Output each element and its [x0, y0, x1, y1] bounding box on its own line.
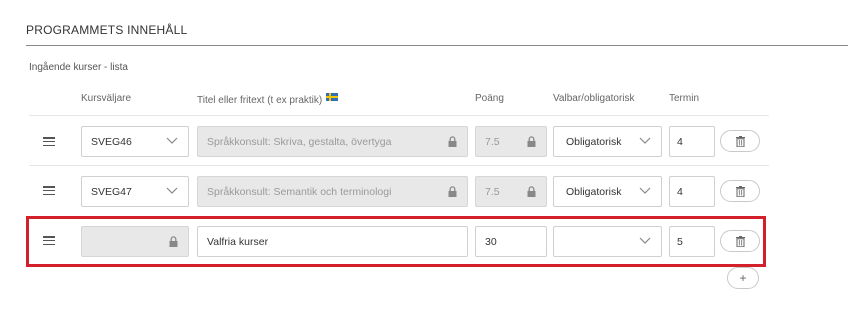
drag-handle-icon[interactable] [43, 137, 55, 147]
header-term: Termin [669, 93, 700, 104]
chevron-down-icon [166, 137, 178, 144]
chevron-down-icon [639, 187, 651, 194]
list-label: Ingående kurser - lista [29, 62, 128, 73]
points-value: 7.5 [485, 135, 500, 148]
term-input[interactable]: 5 [669, 226, 715, 257]
course-title-field: Språkkonsult: Skriva, gestalta, övertyga [197, 126, 468, 157]
mandatory-select[interactable]: Obligatorisk [553, 126, 662, 157]
delete-row-button[interactable] [720, 230, 760, 252]
points-value: 7.5 [485, 185, 500, 198]
trash-icon [735, 235, 745, 247]
mandatory-select[interactable]: Obligatorisk [553, 176, 662, 207]
lock-icon [527, 186, 536, 197]
section-title: PROGRAMMETS INNEHÅLL [26, 23, 188, 37]
header-title: Titel eller fritext (t ex praktik) [197, 93, 339, 106]
trash-icon [735, 185, 745, 197]
term-input[interactable]: 4 [669, 176, 715, 207]
course-selector [81, 226, 189, 257]
term-value: 5 [677, 235, 683, 248]
points-field: 7.5 [475, 176, 547, 207]
course-title-input[interactable]: Valfria kurser [197, 226, 468, 257]
lock-icon [527, 136, 536, 147]
term-value: 4 [677, 185, 683, 198]
delete-row-button[interactable] [720, 130, 760, 152]
points-value: 30 [485, 235, 497, 248]
header-title-label: Titel eller fritext (t ex praktik) [197, 95, 323, 106]
course-title: Språkkonsult: Skriva, gestalta, övertyga [207, 135, 392, 148]
drag-handle-icon[interactable] [43, 186, 55, 196]
swedish-flag-icon [326, 93, 339, 101]
term-input[interactable]: 4 [669, 126, 715, 157]
add-row-button[interactable]: + [727, 267, 759, 289]
header-mandatory: Valbar/obligatorisk [553, 93, 635, 104]
drag-handle-icon[interactable] [43, 236, 55, 246]
points-input[interactable]: 30 [475, 226, 547, 257]
lock-icon [169, 236, 178, 247]
course-title-field: Språkkonsult: Semantik och terminologi [197, 176, 468, 207]
points-field: 7.5 [475, 126, 547, 157]
section-divider [26, 45, 848, 46]
header-course-selector: Kursväljare [81, 93, 132, 104]
mandatory-select[interactable] [553, 226, 662, 257]
course-selector[interactable]: SVEG46 [81, 126, 189, 157]
delete-row-button[interactable] [720, 180, 760, 202]
trash-icon [735, 135, 745, 147]
row-divider [29, 115, 769, 116]
course-selector[interactable]: SVEG47 [81, 176, 189, 207]
chevron-down-icon [639, 137, 651, 144]
row-divider [29, 165, 769, 166]
lock-icon [448, 136, 457, 147]
lock-icon [448, 186, 457, 197]
course-title: Språkkonsult: Semantik och terminologi [207, 185, 392, 198]
chevron-down-icon [639, 237, 651, 244]
chevron-down-icon [166, 187, 178, 194]
term-value: 4 [677, 135, 683, 148]
header-points: Poäng [475, 93, 504, 104]
course-title: Valfria kurser [207, 235, 269, 248]
